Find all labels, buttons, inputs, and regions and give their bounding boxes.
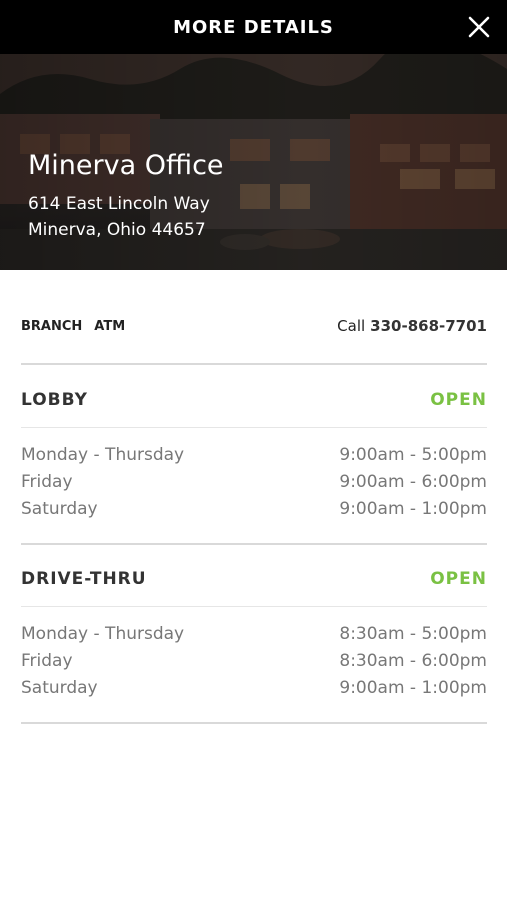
branch-photo-banner: Minerva Office 614 East Lincoln Way Mine… [0, 54, 507, 270]
hours-row: Monday - Thursday 9:00am - 5:00pm [21, 443, 487, 467]
time-range: 9:00am - 6:00pm [339, 472, 487, 492]
time-range: 9:00am - 1:00pm [339, 499, 487, 519]
atm-tag: ATM [94, 318, 126, 334]
time-range: 9:00am - 1:00pm [339, 678, 487, 698]
days-label: Monday - Thursday [21, 445, 185, 465]
lobby-section-header: LOBBY OPEN [21, 388, 487, 412]
status-badge: OPEN [430, 569, 487, 589]
drive-thru-section-header: DRIVE-THRU OPEN [21, 567, 487, 591]
status-badge: OPEN [430, 390, 487, 410]
call-label: Call [337, 317, 366, 335]
days-label: Saturday [21, 499, 98, 519]
days-label: Monday - Thursday [21, 624, 185, 644]
time-range: 9:00am - 5:00pm [339, 445, 487, 465]
divider [21, 606, 487, 607]
hours-row: Monday - Thursday 8:30am - 5:00pm [21, 622, 487, 646]
call-link[interactable]: Call 330-868-7701 [337, 317, 487, 335]
days-label: Friday [21, 651, 73, 671]
branch-tag: BRANCH [21, 318, 83, 334]
time-range: 8:30am - 6:00pm [339, 651, 487, 671]
section-title: DRIVE-THRU [21, 569, 147, 589]
divider [21, 363, 487, 365]
branch-name: Minerva Office [28, 150, 224, 181]
address-line-2: Minerva, Ohio 44657 [28, 220, 206, 240]
days-label: Friday [21, 472, 73, 492]
divider [21, 543, 487, 545]
divider [21, 427, 487, 428]
hours-row: Friday 9:00am - 6:00pm [21, 470, 487, 494]
header-bar: MORE DETAILS [0, 0, 507, 54]
divider [21, 722, 487, 724]
page-title: MORE DETAILS [173, 16, 334, 38]
address-line-1: 614 East Lincoln Way [28, 194, 210, 214]
days-label: Saturday [21, 678, 98, 698]
time-range: 8:30am - 5:00pm [339, 624, 487, 644]
phone-number[interactable]: 330-868-7701 [370, 317, 487, 335]
section-title: LOBBY [21, 390, 88, 410]
close-icon[interactable] [467, 15, 491, 39]
hours-row: Saturday 9:00am - 1:00pm [21, 497, 487, 521]
service-row: BRANCH ATM Call 330-868-7701 [21, 316, 487, 336]
hours-row: Friday 8:30am - 6:00pm [21, 649, 487, 673]
hours-row: Saturday 9:00am - 1:00pm [21, 676, 487, 700]
